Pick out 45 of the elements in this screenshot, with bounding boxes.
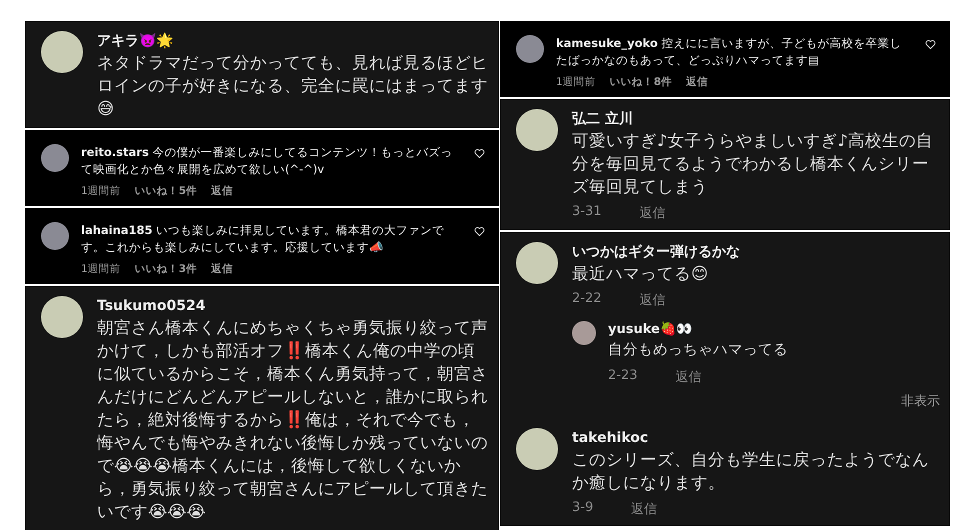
username[interactable]: アキラ👿🌟 — [97, 31, 489, 51]
reply-link[interactable]: 返信 — [211, 262, 233, 276]
likes-count[interactable]: いいね！8件 — [610, 75, 672, 89]
avatar — [41, 31, 83, 73]
reply-link[interactable]: 返信 — [631, 500, 658, 518]
comment-text: 最近ハマってる😊 — [572, 263, 710, 285]
username[interactable]: 弘二 立川 — [572, 109, 940, 129]
comment-text: このシリーズ、自分も学生に戻ったようでなんか癒しになります。 — [572, 449, 930, 494]
comment-text: lahaina185 いつも楽しみに拝見しています。橋本君の大ファンです。これからも楽しみにしています。応援しています📣 — [81, 222, 446, 256]
comment-text: ネタドラマだって分かってても、見れば見るほどヒロインの子が好きになる、完全に罠にはまってます😅 — [97, 52, 489, 120]
comment-time: 1週間前 — [81, 262, 121, 276]
comment-time: 1週間前 — [556, 75, 596, 89]
reply-link[interactable]: 返信 — [640, 204, 666, 222]
username[interactable]: yusuke🍓👀 — [608, 321, 940, 339]
hide-replies-link[interactable]: 非表示 — [572, 392, 940, 410]
username[interactable]: いつかはギター弾けるかな — [572, 242, 940, 262]
reply-link[interactable]: 返信 — [686, 75, 708, 89]
heart-icon[interactable] — [474, 148, 485, 159]
comment-date: 3-9 — [572, 500, 594, 517]
comment-text: 朝宮さん橋本くんにめちゃくちゃ勇気振り絞って声かけて，しかも部活オフ‼橋本くん俺の中学の頃に似ているからこそ，橋本くん勇気持って，朝宮さんだけにどんどんアピールしないと，誰かに取られたら，絶対後悔するから‼俺は，それで今でも，悔やんでも悔やみきれない後悔しか残っていないので😭😭😭橋本くんには，後悔して欲しくないから，勇気振り絞って朝宮さんにアピールして頂きたいです😭😭😭 — [97, 317, 489, 523]
avatar — [41, 222, 69, 250]
heart-icon[interactable] — [925, 39, 936, 50]
avatar — [516, 428, 558, 470]
avatar — [572, 321, 596, 345]
comment-text: reito.stars 今の僕が一番楽しみにしてるコンテンツ！もっとバズって映画化とか色々展開を広めて欲しい(^-^)v — [81, 144, 454, 178]
likes-count[interactable]: いいね！5件 — [134, 184, 197, 198]
avatar — [41, 144, 69, 172]
comment-date: 3-31 — [572, 204, 602, 221]
avatar — [516, 109, 558, 151]
reply-link[interactable]: 返信 — [211, 184, 233, 198]
comment-text: 可愛いすぎ♪女子うらやましいすぎ♪高校生の自分を毎回見てるようでわかるし橋本くんシリーズ毎回見てしまう — [572, 130, 934, 198]
username[interactable]: Tsukumo0524 — [97, 296, 489, 316]
username[interactable]: takehikoc — [572, 428, 940, 448]
reply-link[interactable]: 返信 — [640, 291, 666, 309]
avatar — [516, 242, 558, 284]
heart-icon[interactable] — [474, 226, 485, 237]
comment-time: 1週間前 — [81, 184, 121, 198]
reply-text: 自分もめっちゃハマってる — [608, 341, 789, 360]
avatar — [516, 35, 544, 63]
avatar — [41, 296, 83, 338]
likes-count[interactable]: いいね！3件 — [134, 262, 197, 276]
comment-date: 2-22 — [572, 291, 602, 308]
comment-date: 2-23 — [608, 368, 638, 385]
reply-link[interactable]: 返信 — [676, 368, 702, 386]
comment-text: kamesuke_yoko 控えにに言いますが、子どもが高校を卒業したばっかなのもあって、どっぷりハマってます▤ — [556, 35, 902, 69]
